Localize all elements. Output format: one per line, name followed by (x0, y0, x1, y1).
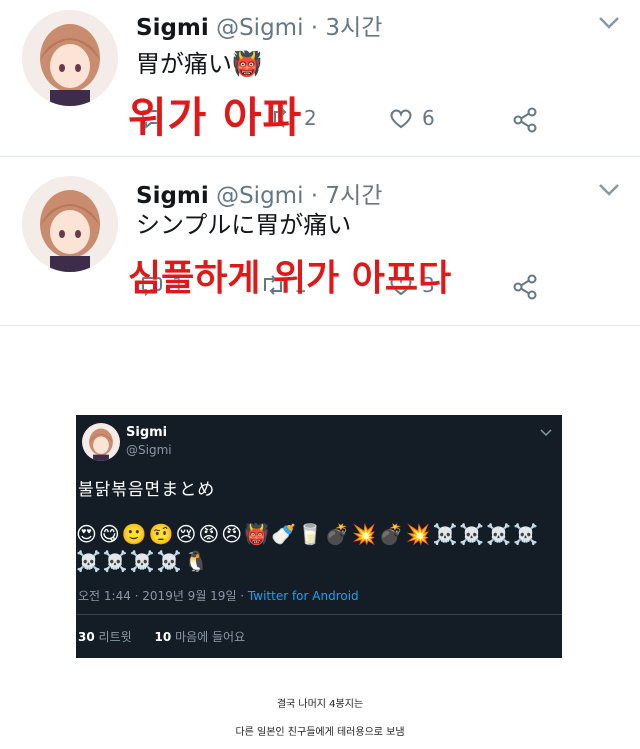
korean-translation-overlay: 위가 아파 (128, 93, 303, 142)
like-count[interactable]: 10 (155, 630, 172, 644)
embedded-tweet-screenshot: Sigmi @Sigmi 불닭볶음면まとめ 😍 😋 🙂 🤨 😢 😡 😠 👹 🍼 🥛 💣 💥 💣 💥 ☠️ ☠️… (76, 415, 562, 658)
emoji: 💥 (405, 522, 431, 546)
emoji: ☠️ (102, 549, 128, 573)
tweet-2[interactable]: Sigmi @Sigmi · 7시간 シンプルに胃が痛い 1 1 3 심플하게 … (0, 157, 640, 326)
timestamp[interactable]: 3시간 (325, 15, 382, 41)
ogre-emoji: 👹 (232, 50, 262, 78)
emoji: 😠 (221, 522, 243, 546)
chevron-down-icon[interactable] (598, 183, 620, 197)
tweet-text: 불닭볶음면まとめ (78, 480, 216, 500)
chevron-down-icon[interactable] (540, 429, 552, 437)
divider (76, 614, 562, 615)
emoji-row-2: ☠️ ☠️ ☠️ ☠️ 🐧 (76, 549, 209, 573)
tweet-header: Sigmi @Sigmi · 3시간 (136, 8, 382, 42)
tweet-stats: 30 리트윗 10 마음에 들어요 (78, 628, 245, 645)
emoji: ☠️ (459, 522, 485, 546)
emoji: 😡 (198, 522, 220, 546)
avatar[interactable] (22, 176, 118, 272)
share-button[interactable] (512, 106, 540, 134)
tweet-text: シンプルに胃が痛い (136, 211, 352, 239)
emoji: ☠️ (76, 549, 101, 573)
like-count: 6 (422, 106, 435, 130)
emoji: 🍼 (271, 522, 296, 546)
emoji: 😢 (175, 522, 197, 546)
emoji: 👹 (244, 522, 270, 546)
client-link[interactable]: Twitter for Android (248, 589, 359, 603)
share-icon (513, 274, 537, 300)
tweet-text: 胃が痛い👹 (136, 44, 262, 79)
emoji: 💥 (351, 522, 377, 546)
avatar[interactable] (82, 423, 120, 461)
emoji: 😋 (98, 522, 120, 546)
retweet-count: 2 (304, 106, 317, 130)
like-button[interactable]: 6 (388, 106, 435, 130)
retweet-label[interactable]: 리트윗 (99, 630, 132, 644)
display-name[interactable]: Sigmi (136, 15, 209, 41)
separator-dot: · (310, 15, 319, 41)
emoji: 🥛 (297, 522, 323, 546)
like-label[interactable]: 마음에 들어요 (175, 630, 245, 644)
tweet-meta: 오전 1:44 · 2019년 9월 19일 · Twitter for And… (78, 587, 359, 604)
user-handle[interactable]: @Sigmi (126, 443, 172, 457)
tweet-body-text: 胃が痛い (136, 50, 232, 78)
emoji-row-1: 😍 😋 🙂 🤨 😢 😡 😠 👹 🍼 🥛 💣 💥 💣 💥 ☠️ ☠️ ☠️ ☠️ (76, 522, 538, 546)
emoji: ☠️ (486, 522, 512, 546)
caption-line-2: 다른 일본인 친구들에게 테러용으로 보냄 (235, 727, 405, 738)
emoji: 😍 (76, 522, 97, 546)
avatar[interactable] (22, 10, 118, 106)
user-handle[interactable]: @Sigmi (216, 15, 303, 41)
tweet-datetime[interactable]: 오전 1:44 · 2019년 9월 19일 · (78, 589, 248, 603)
emoji: 🐧 (183, 549, 209, 573)
emoji: 🙂 (121, 522, 147, 546)
emoji: 💣 (324, 522, 350, 546)
emoji: 💣 (378, 522, 404, 546)
heart-icon (390, 109, 412, 129)
emoji: ☠️ (129, 549, 155, 573)
chevron-down-icon[interactable] (598, 16, 620, 30)
share-icon (513, 107, 537, 133)
emoji: 🤨 (148, 522, 174, 546)
emoji: ☠️ (513, 522, 539, 546)
share-button[interactable] (512, 273, 540, 301)
emoji: ☠️ (432, 522, 458, 546)
caption-line-1: 결국 나머지 4봉지는 (276, 699, 364, 710)
display-name[interactable]: Sigmi (126, 425, 167, 440)
retweet-count[interactable]: 30 (78, 630, 95, 644)
emoji: ☠️ (156, 549, 182, 573)
tweet-1[interactable]: Sigmi @Sigmi · 3시간 胃が痛い👹 2 6 위가 아파 (0, 0, 640, 157)
korean-translation-overlay: 심플하게 위가 아프다 (128, 258, 452, 299)
